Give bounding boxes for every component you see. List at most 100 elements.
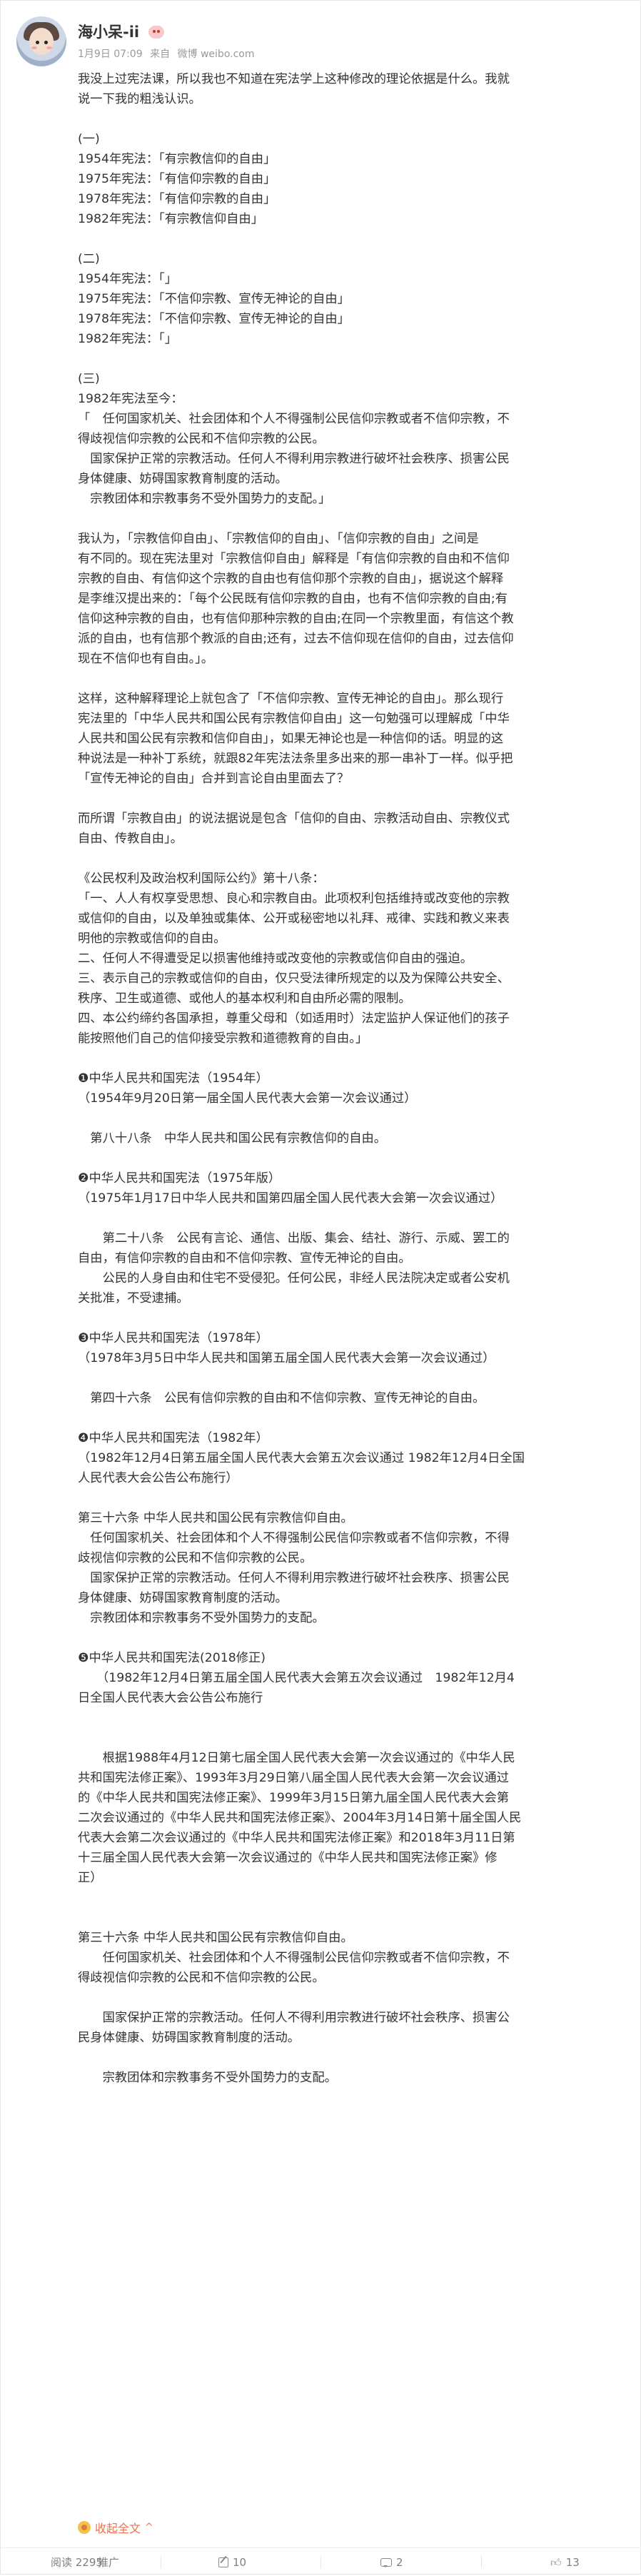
- post-text-line: 宗教团体和宗教事务不受外国势力的支配。: [78, 1611, 325, 1625]
- post-text-line: 「一、人人有权享受思想、良心和宗教自由。此项权利包括维持或改变他的宗教: [78, 892, 510, 906]
- post-text-line: （1975年1月17日中华人民共和国第四届全国人民代表大会第一次会议通过）: [78, 1191, 503, 1206]
- post-text-line: 信仰这种宗教的自由，也有信仰那种宗教的自由;在同一个宗教里面，有信这个教: [78, 612, 514, 626]
- user-avatar[interactable]: [16, 16, 66, 66]
- avatar-blush: [46, 46, 52, 49]
- post-text-line: 第八十八条 中华人民共和国公民有宗教信仰的自由。: [78, 1131, 387, 1146]
- post-text-line: 1975年宪法：「不信仰宗教、宣传无神论的自由」: [78, 292, 350, 306]
- post-text-line: 1978年宪法：「不信仰宗教、宣传无神论的自由」: [78, 312, 350, 326]
- post-text-line: 代表大会第二次会议通过的《中华人民共和国宪法修正案》和2018年3月11日第: [78, 1831, 515, 1845]
- post-text-line: 说一下我的粗浅认识。: [78, 92, 201, 106]
- post-text-line: 有不同的。现在宪法里对「宗教信仰自由」解释是「有信仰宗教的自由和不信仰: [78, 552, 510, 566]
- promote-button[interactable]: 推广: [98, 2548, 119, 2576]
- post-text-line: 能按照他们自己的信仰接受宗教和道德教育的自由。」: [78, 1031, 368, 1046]
- read-count: 阅读 2295: [51, 2556, 103, 2569]
- comment-button[interactable]: 2: [380, 2548, 403, 2576]
- post-text-line: 身体健康、妨碍国家教育制度的活动。: [78, 1591, 288, 1605]
- post-text-line: 人民代表大会公告公布施行）: [78, 1471, 238, 1485]
- post-text-line: 种说法是一种补丁系统，就跟82年宪法法条里多出来的那一串补丁一样。似乎把: [78, 752, 513, 766]
- post-text-line: 共和国宪法修正案》、1993年3月29日第八届全国人民代表大会第一次会议通过: [78, 1771, 510, 1785]
- avatar-eye: [36, 41, 39, 44]
- thumbs-up-icon: 👍︎: [550, 2555, 562, 2569]
- post-text-line: 第三十六条 中华人民共和国公民有宗教信仰自由。: [78, 1511, 353, 1525]
- post-text-line: 宗教的自由、有信仰这个宗教的自由也有信仰那个宗教的自由」，据说这个解释: [78, 572, 504, 586]
- post-text-line: (二): [78, 252, 100, 266]
- avatar-eye: [44, 41, 48, 44]
- post-text-line: 1982年宪法至今：: [78, 392, 183, 406]
- like-button[interactable]: 👍︎ 13: [550, 2548, 580, 2576]
- post-text-line: 1954年宪法：「有宗教信仰的自由」: [78, 152, 276, 166]
- post-text-line: 得歧视信仰宗教的公民和不信仰宗教的公民。: [78, 432, 325, 446]
- post-text-line: 四、本公约缔约各国承担，尊重父母和（如适用时）法定监护人保证他们的孩子: [78, 1011, 510, 1026]
- post-text-line: （1978年3月5日中华人民共和国第五届全国人民代表大会第一次会议通过）: [78, 1351, 495, 1365]
- post-text-line: 秩序、卫生或道德、或他人的基本权利和自由所必需的限制。: [78, 991, 411, 1006]
- post-text-line: 二、任何人不得遭受足以损害他维持或改变他的宗教或信仰自由的强迫。: [78, 951, 473, 966]
- chevron-up-icon: ^: [145, 2522, 153, 2533]
- post-text-line: 三、表示自己的宗教或信仰的自由，仅只受法律所规定的以及为保障公共安全、: [78, 971, 510, 986]
- post-text-line: 派的自由，也有信那个教派的自由;还有，过去不信仰现在信仰的自由，过去信仰: [78, 632, 514, 646]
- post-text-line: 关批准，不受逮捕。: [78, 1291, 189, 1305]
- post-text-line: （1954年9月20日第一届全国人民代表大会第一次会议通过）: [78, 1091, 417, 1106]
- post-text-line: 而所谓「宗教自由」的说法据说是包含「信仰的自由、宗教活动自由、宗教仪式: [78, 812, 510, 826]
- weibo-post-card: 海小呆-ii 1月9日 07:09 来自 微博 weibo.com 我没上过宪法…: [0, 0, 641, 2575]
- post-text-line: （1982年12月4日第五届全国人民代表大会第五次会议通过 1982年12月4日…: [78, 1451, 525, 1465]
- cute-face-emoji-icon: [148, 26, 165, 39]
- post-text-line: 歧视信仰宗教的公民和不信仰宗教的公民。: [78, 1551, 313, 1565]
- post-text-line: 宗教团体和宗教事务不受外国势力的支配。: [78, 2071, 337, 2085]
- avatar-blush: [31, 46, 37, 49]
- post-text-line: 日全国人民代表大会公告公布施行: [78, 1691, 263, 1705]
- username-link[interactable]: 海小呆-ii: [78, 24, 139, 41]
- share-button[interactable]: 10: [218, 2548, 246, 2576]
- post-text-line: 根据1988年4月12日第七届全国人民代表大会第一次会议通过的《中华人民: [78, 1751, 515, 1765]
- post-text-line: 自由，有信仰宗教的自由和不信仰宗教、宣传无神论的自由。: [78, 1251, 411, 1266]
- post-meta: 1月9日 07:09 来自 微博 weibo.com: [78, 46, 259, 61]
- post-text-line: 我认为，「宗教信仰自由」、「宗教信仰的自由」、「信仰宗教的自由」之间是: [78, 532, 479, 546]
- post-text-line: (一): [78, 132, 100, 146]
- divider: [481, 2555, 482, 2568]
- post-text-line: 任何国家机关、社会团体和个人不得强制公民信仰宗教或者不信仰宗教，不得: [78, 1531, 510, 1545]
- post-text-line: 宪法里的「中华人民共和国公民有宗教信仰自由」这一句勉强可以理解成「中华: [78, 712, 510, 726]
- post-text-line: 我没上过宪法课，所以我也不知道在宪法学上这种修改的理论依据是什么。我就: [78, 72, 510, 86]
- post-text-line: （1982年12月4日第五届全国人民代表大会第五次会议通过 1982年12月4: [78, 1671, 515, 1685]
- post-text-line: 自由、传教自由」。: [78, 832, 183, 846]
- post-text-line: 民身体健康、妨碍国家教育制度的活动。: [78, 2031, 301, 2045]
- post-content: 我没上过宪法课，所以我也不知道在宪法学上这种修改的理论依据是什么。我就 说一下我的…: [78, 69, 620, 2088]
- post-text-line: 宗教团体和宗教事务不受外国势力的支配。」: [78, 492, 331, 506]
- post-text-line: 1975年宪法：「有信仰宗教的自由」: [78, 172, 276, 186]
- post-text-line: 身体健康、妨碍国家教育制度的活动。: [78, 472, 288, 486]
- post-text-line: (三): [78, 372, 100, 386]
- share-icon: [218, 2557, 228, 2567]
- divider: [320, 2555, 321, 2568]
- post-text-line: 或信仰的自由，以及单独或集体、公开或秘密地以礼拜、戒律、实践和教义来表: [78, 911, 510, 926]
- action-bar: 阅读 2295 推广 10 2 👍︎ 13: [1, 2547, 641, 2576]
- post-text-line: 「宣传无神论的自由」合并到言论自由里面去了？: [78, 772, 350, 786]
- post-text-line: 1982年宪法：「」: [78, 332, 178, 346]
- source-prefix: 来自: [150, 49, 171, 60]
- post-text-line: 第二十八条 公民有言论、通信、出版、集会、结社、游行、示威、罢工的: [78, 1231, 510, 1246]
- post-text-line: 这样，这种解释理论上就包含了「不信仰宗教、宣传无神论的自由」。那么现行: [78, 692, 504, 706]
- post-text-line: 十三届全国人民代表大会第一次会议通过的《中华人民共和国宪法修正案》修: [78, 1851, 498, 1865]
- source-link[interactable]: 微博 weibo.com: [178, 49, 255, 60]
- post-text-line: 的《中华人民共和国宪法修正案》、1999年3月15日第九届全国人民代表大会第: [78, 1791, 510, 1805]
- collapse-full-text-button[interactable]: 收起全文 ^: [78, 2519, 153, 2536]
- post-text-line: 1982年宪法：「有宗教信仰自由」: [78, 212, 263, 226]
- post-text-line: 国家保护正常的宗教活动。任何人不得利用宗教进行破坏社会秩序、损害公: [78, 2011, 510, 2025]
- post-text-line: 任何国家机关、社会团体和个人不得强制公民信仰宗教或者不信仰宗教，不: [78, 1951, 510, 1965]
- post-text-line: ❺中华人民共和国宪法(2018修正): [78, 1651, 266, 1665]
- post-time[interactable]: 1月9日 07:09: [78, 49, 143, 60]
- post-text-line: 二次会议通过的《中华人民共和国宪法修正案》、2004年3月14日第十届全国人民: [78, 1811, 522, 1825]
